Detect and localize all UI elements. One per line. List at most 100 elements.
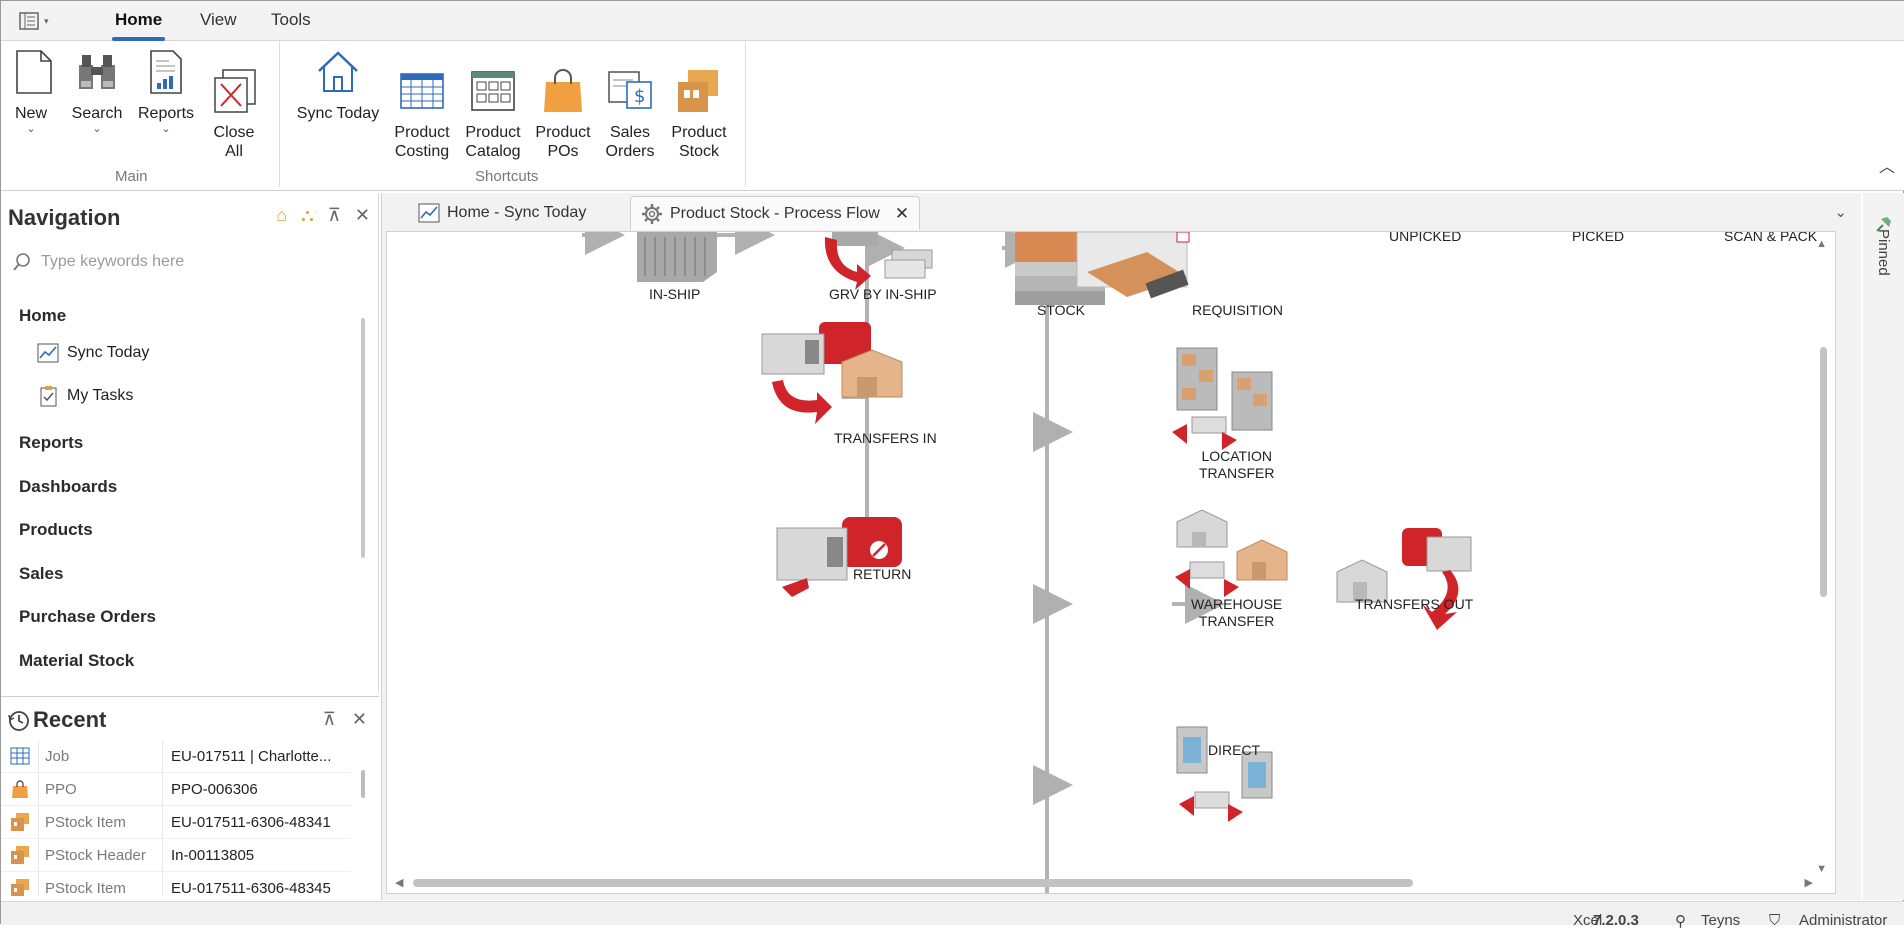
search-button[interactable]: Search ⌄ [69, 47, 125, 135]
recent-row[interactable]: Job EU-017511 | Charlotte... [1, 739, 351, 773]
flow-label-unpicked: UNPICKED [1389, 231, 1462, 244]
navigation-scrollbar[interactable] [361, 318, 365, 558]
grv-by-in-ship-icon [824, 232, 933, 290]
transfers-out-icon [1336, 528, 1472, 630]
nav-item-my-tasks[interactable]: My Tasks [37, 385, 133, 407]
collapse-ribbon-icon[interactable]: ︿ [1879, 153, 1895, 177]
sales-orders-icon: $ [608, 71, 652, 109]
pinned-side-panel[interactable]: Pinned [1863, 193, 1904, 900]
stock-boxes-icon [678, 70, 718, 112]
product-pos-button[interactable]: Product POs [533, 47, 593, 180]
tab-home[interactable]: Home [111, 10, 166, 41]
document-area: Home - Sync Today Product Stock - Proces… [381, 193, 1861, 900]
tab-view[interactable]: View [200, 10, 237, 30]
reports-button[interactable]: Reports ⌄ [135, 47, 197, 135]
ribbon-tab-bar: ▾ Home View Tools [1, 1, 1904, 41]
new-document-icon [16, 50, 52, 94]
close-icon[interactable]: ✕ [352, 709, 367, 730]
tree-view-icon[interactable]: ⛬ [301, 205, 314, 226]
recent-type: PPO [39, 772, 163, 806]
recent-row[interactable]: PStock Item EU-017511-6306-48345 [1, 871, 351, 897]
close-tab-icon[interactable]: ✕ [895, 204, 909, 224]
scroll-left-arrow-icon[interactable]: ◀ [395, 876, 403, 889]
recent-row[interactable]: PStock Header In-00113805 [1, 838, 351, 872]
product-costing-button[interactable]: Product Costing [393, 47, 451, 180]
recent-type: PStock Header [39, 838, 163, 872]
recent-value: In-00113805 [171, 846, 255, 864]
pinned-label: Pinned [1875, 229, 1892, 276]
sync-today-button[interactable]: Sync Today [293, 47, 383, 123]
scroll-up-arrow-icon[interactable]: ▲ [1816, 238, 1827, 250]
scroll-right-arrow-icon[interactable]: ▶ [1805, 876, 1813, 889]
chevron-down-icon: ▾ [44, 15, 49, 26]
location-transfer-icon [1172, 347, 1273, 450]
recent-title: Recent [33, 707, 107, 732]
binoculars-icon [79, 55, 115, 89]
recent-row[interactable]: PStock Item EU-017511-6306-48341 [1, 805, 351, 839]
flow-label-transfers-in: TRANSFERS IN [834, 430, 937, 446]
new-button[interactable]: New ⌄ [9, 47, 53, 135]
history-icon [8, 711, 29, 731]
nav-section-products[interactable]: Products [19, 520, 93, 540]
flow-label-scan-pack: SCAN & PACK [1724, 231, 1818, 244]
recent-type: PStock Item [39, 871, 163, 896]
flow-label-requisition: REQUISITION [1192, 302, 1284, 318]
product-stock-button[interactable]: Product Stock [667, 47, 731, 180]
status-role: Administrator [1799, 912, 1888, 929]
process-flow-canvas[interactable]: IN-SHIP GRV BY IN-SHIP STOCK REQUISITION… [386, 231, 1836, 894]
box-icon [1, 838, 39, 872]
nav-item-label: Sync Today [67, 344, 150, 361]
sales-orders-label: Sales Orders [605, 124, 655, 160]
line-chart-icon [37, 343, 59, 363]
sync-today-label: Sync Today [296, 105, 380, 122]
nav-item-sync-today[interactable]: Sync Today [37, 343, 149, 363]
nav-section-reports[interactable]: Reports [19, 433, 83, 453]
transfers-in-icon [761, 322, 903, 424]
search-button-label: Search [71, 105, 123, 122]
nav-section-dashboards[interactable]: Dashboards [19, 477, 117, 497]
box-icon [1, 805, 39, 839]
navigation-title: Navigation [8, 205, 121, 230]
sales-orders-button[interactable]: $ Sales Orders [601, 47, 659, 180]
app-menu-button[interactable]: ▾ [19, 9, 59, 33]
navigation-search[interactable]: Type keywords here [13, 248, 363, 276]
ribbon-group-separator [745, 41, 746, 187]
nav-section-sales[interactable]: Sales [19, 564, 63, 584]
nav-section-home[interactable]: Home [19, 306, 66, 326]
doc-tab-label: Home - Sync Today [447, 204, 587, 221]
pin-icon[interactable]: ⊼ [323, 709, 336, 730]
spreadsheet-icon [400, 73, 444, 109]
nav-section-purchase-orders[interactable]: Purchase Orders [19, 607, 156, 627]
product-catalog-button[interactable]: Product Catalog [463, 47, 523, 180]
tab-tools[interactable]: Tools [271, 10, 311, 30]
canvas-horizontal-scrollbar[interactable] [413, 879, 1413, 887]
close-icon[interactable]: ✕ [355, 205, 370, 226]
flow-label-in-ship: IN-SHIP [649, 286, 701, 302]
status-user: Teyns [1701, 912, 1741, 929]
process-flow-diagram [582, 232, 1472, 893]
recent-type: Job [39, 739, 163, 773]
clipboard-check-icon [40, 386, 57, 407]
tab-list-dropdown-icon[interactable]: ⌄ [1834, 203, 1847, 221]
close-all-button[interactable]: Close All [209, 47, 259, 180]
doc-tab-home-sync-today[interactable]: Home - Sync Today [408, 196, 596, 230]
status-version: 7.2.0.3 [1593, 912, 1639, 929]
flow-label-picked: PICKED [1572, 231, 1625, 244]
recent-row[interactable]: PPO PPO-006306 [1, 772, 351, 806]
user-icon: ⚲ [1675, 913, 1686, 930]
main-group-label: Main [115, 168, 148, 185]
scroll-down-arrow-icon[interactable]: ▼ [1816, 863, 1827, 875]
application-window: ▾ Home View Tools New ⌄ Search ⌄ Reports… [0, 0, 1904, 930]
doc-tab-product-stock-process-flow[interactable]: Product Stock - Process Flow ✕ [630, 196, 921, 230]
recent-scrollbar[interactable] [361, 770, 365, 798]
pin-icon[interactable]: ⊼ [328, 205, 341, 226]
chevron-down-icon: ⌄ [26, 123, 36, 135]
search-input[interactable]: Type keywords here [41, 253, 184, 271]
ribbon: New ⌄ Search ⌄ Reports ⌄ Close All Main … [1, 41, 1904, 191]
recent-value: EU-017511-6306-48345 [171, 879, 331, 897]
doc-tab-label: Product Stock - Process Flow [670, 204, 880, 222]
status-bar: Xcel 7.2.0.3 ⚲ Teyns ⛉ Administrator [1, 901, 1904, 930]
canvas-vertical-scrollbar[interactable] [1820, 347, 1827, 597]
nav-home-icon[interactable]: ⌂ [276, 205, 287, 226]
nav-section-material-stock[interactable]: Material Stock [19, 651, 134, 671]
